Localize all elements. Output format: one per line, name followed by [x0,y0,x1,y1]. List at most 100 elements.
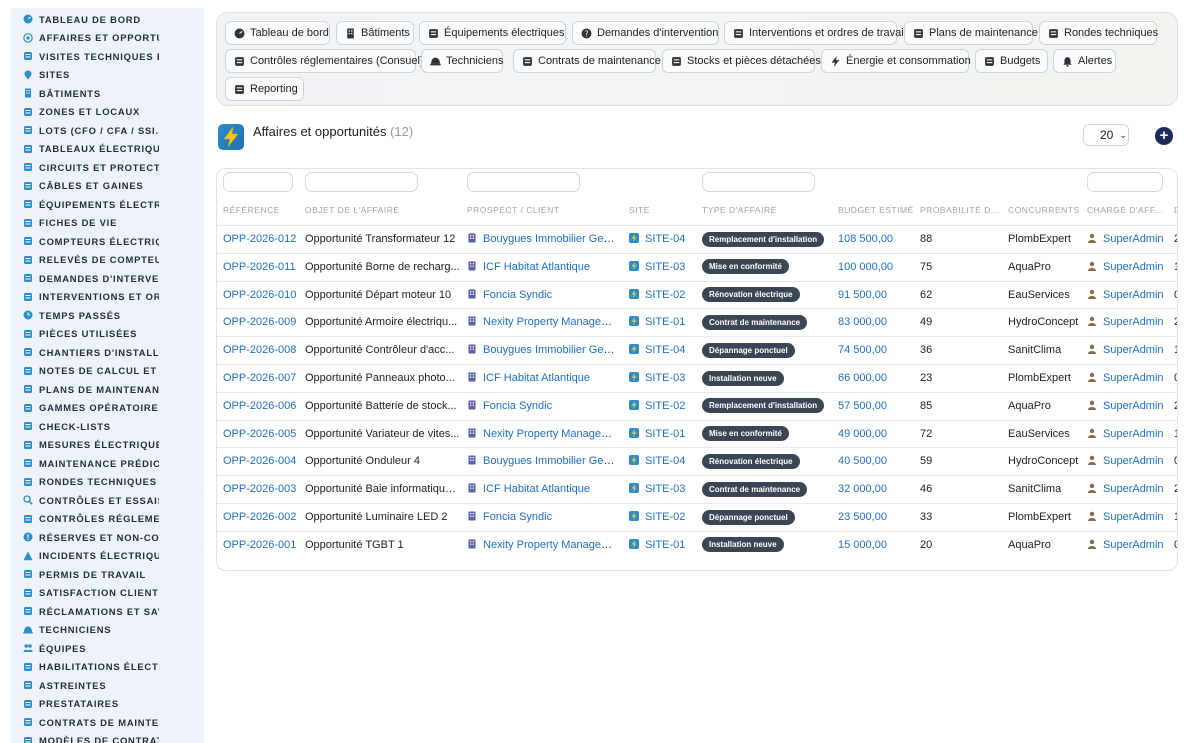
sidebar-item[interactable]: ASTREINTES [11,676,204,695]
column-header[interactable]: OBJET DE L'AFFAIRE [305,205,460,215]
filter-client-input[interactable] [467,172,580,192]
table-row[interactable]: OPP-2026-007 Opportunité Panneaux photo..… [217,364,1177,392]
sidebar-item[interactable]: TABLEAUX ÉLECTRIQUES [11,140,204,159]
site-link[interactable]: SITE-01 [645,428,685,440]
add-record-button[interactable]: + [1155,127,1173,145]
sidebar-item[interactable]: ZONES ET LOCAUX [11,103,204,122]
quick-nav-button[interactable]: Rondes techniques [1039,21,1158,45]
sidebar-item[interactable]: MODÈLES DE CONTRATS [11,732,204,743]
site-link[interactable]: SITE-03 [645,483,685,495]
table-row[interactable]: OPP-2026-004 Opportunité Onduleur 4 Bouygu… [217,447,1177,475]
sidebar-item[interactable]: CHANTIERS D'INSTALLATION [11,343,204,362]
sidebar-item[interactable]: CONTRATS DE MAINTENANCE [11,713,204,732]
sidebar-item[interactable]: CONTRÔLES ET ESSAIS [11,491,204,510]
page-size-select[interactable]: 20 ⌄ [1083,124,1129,146]
owner-link[interactable]: SuperAdmin [1103,261,1164,273]
sidebar-item[interactable]: MESURES ÉLECTRIQUES [11,436,204,455]
client-link[interactable]: Foncia Syndic [483,400,552,412]
site-link[interactable]: SITE-04 [645,344,685,356]
table-row[interactable]: OPP-2026-001 Opportunité TGBT 1 Nexity Pro… [217,530,1177,559]
client-link[interactable]: ICF Habitat Atlantique [483,372,590,384]
client-link[interactable]: Bouygues Immobilier Gest... [483,344,617,356]
column-header[interactable]: PROSPECT / CLIENT [467,205,617,215]
reference-link[interactable]: OPP-2026-002 [223,504,301,531]
quick-nav-button[interactable]: Tableau de bord [225,21,330,45]
site-link[interactable]: SITE-01 [645,539,685,551]
table-row[interactable]: OPP-2026-005 Opportunité Variateur de vit… [217,419,1177,448]
table-row[interactable]: OPP-2026-009 Opportunité Armoire électriq… [217,308,1177,336]
sidebar-item[interactable]: MAINTENANCE PRÉDICTIVE [11,454,204,473]
column-header[interactable]: SITE [629,205,699,215]
filter-reference-input[interactable] [223,172,293,192]
sidebar-item[interactable]: BÂTIMENTS [11,84,204,103]
quick-nav-button[interactable]: Plans de maintenance [904,21,1038,45]
sidebar-item[interactable]: RÉCLAMATIONS ET SAV [11,602,204,621]
sidebar-item[interactable]: TEMPS PASSÉS [11,306,204,325]
table-row[interactable]: OPP-2026-003 Opportunité Baie informatiqu… [217,475,1177,503]
reference-link[interactable]: OPP-2026-003 [223,476,301,503]
client-link[interactable]: Nexity Property Managem... [483,428,617,440]
site-link[interactable]: SITE-02 [645,511,685,523]
reference-link[interactable]: OPP-2026-004 [223,448,301,475]
owner-link[interactable]: SuperAdmin [1103,455,1164,467]
owner-link[interactable]: SuperAdmin [1103,372,1164,384]
owner-link[interactable]: SuperAdmin [1103,428,1164,440]
owner-link[interactable]: SuperAdmin [1103,511,1164,523]
sidebar-item[interactable]: RONDES TECHNIQUES [11,473,204,492]
client-link[interactable]: Foncia Syndic [483,289,552,301]
sidebar-item[interactable]: PLANS DE MAINTENANCE [11,380,204,399]
sidebar-item[interactable]: NOTES DE CALCUL ET ÉTUDES [11,362,204,381]
reference-link[interactable]: OPP-2026-005 [223,421,301,448]
sidebar-item[interactable]: SATISFACTION CLIENT [11,584,204,603]
sidebar-item[interactable]: TABLEAU DE BORD [11,10,204,29]
reference-link[interactable]: OPP-2026-008 [223,337,301,364]
reference-link[interactable]: OPP-2026-001 [223,532,301,559]
column-header[interactable]: RÉFÉRENCE [223,205,301,215]
client-link[interactable]: Bouygues Immobilier Gest... [483,233,617,245]
sidebar-item[interactable]: PERMIS DE TRAVAIL [11,565,204,584]
reference-link[interactable]: OPP-2026-011 [223,254,301,281]
quick-nav-button[interactable]: Budgets [975,49,1048,73]
client-link[interactable]: Nexity Property Managem... [483,539,617,551]
sidebar-item[interactable]: CÂBLES ET GAINES [11,177,204,196]
sidebar-item[interactable]: LOTS (CFO / CFA / SSI...) [11,121,204,140]
sidebar-item[interactable]: ÉQUIPEMENTS ÉLECTRIQUES [11,195,204,214]
table-row[interactable]: OPP-2026-012 Opportunité Transformateur 1… [217,225,1177,253]
sidebar-item[interactable]: CIRCUITS ET PROTECTIONS [11,158,204,177]
reference-link[interactable]: OPP-2026-012 [223,226,301,253]
sidebar-item[interactable]: RÉSERVES ET NON-CONFORMITÉS [11,528,204,547]
quick-nav-button[interactable]: Énergie et consommation [821,49,971,73]
sidebar-item[interactable]: CONTRÔLES RÉGLEMENTAIRES [11,510,204,529]
site-link[interactable]: SITE-04 [645,455,685,467]
owner-link[interactable]: SuperAdmin [1103,400,1164,412]
quick-nav-button[interactable]: Techniciens [421,49,503,73]
table-row[interactable]: OPP-2026-002 Opportunité Luminaire LED 2 F… [217,503,1177,531]
column-header[interactable]: CONCURRENTS [1008,205,1084,215]
owner-link[interactable]: SuperAdmin [1103,233,1164,245]
table-row[interactable]: OPP-2026-006 Opportunité Batterie de stoc… [217,391,1177,420]
sidebar-item[interactable]: RELEVÉS DE COMPTEURS [11,251,204,270]
filter-type-input[interactable] [702,172,815,192]
sidebar-item[interactable]: PRESTATAIRES [11,695,204,714]
owner-link[interactable]: SuperAdmin [1103,539,1164,551]
client-link[interactable]: Nexity Property Managem... [483,316,617,328]
quick-nav-button[interactable]: Reporting [225,77,304,101]
column-header[interactable]: PROBABILITÉ D... [920,205,1000,215]
quick-nav-button[interactable]: Stocks et pièces détachées [662,49,821,73]
column-header[interactable]: BUDGET ESTIMÉ [838,205,918,215]
site-link[interactable]: SITE-01 [645,316,685,328]
quick-nav-button[interactable]: Contrats de maintenance [513,49,661,73]
sidebar-item[interactable]: CHECK-LISTS [11,417,204,436]
table-row[interactable]: OPP-2026-011 Opportunité Borne de recharg… [217,252,1177,281]
sidebar-item[interactable]: COMPTEURS ÉLECTRIQUES [11,232,204,251]
filter-charge-input[interactable] [1087,172,1163,192]
owner-link[interactable]: SuperAdmin [1103,316,1164,328]
sidebar-item[interactable]: VISITES TECHNIQUES ET AUDITS [11,47,204,66]
quick-nav-button[interactable]: Équipements électriques [419,21,566,45]
reference-link[interactable]: OPP-2026-007 [223,365,301,392]
client-link[interactable]: ICF Habitat Atlantique [483,483,590,495]
column-header[interactable]: D [1174,205,1177,215]
reference-link[interactable]: OPP-2026-006 [223,393,301,420]
site-link[interactable]: SITE-03 [645,372,685,384]
sidebar-item[interactable]: INCIDENTS ÉLECTRIQUES [11,547,204,566]
